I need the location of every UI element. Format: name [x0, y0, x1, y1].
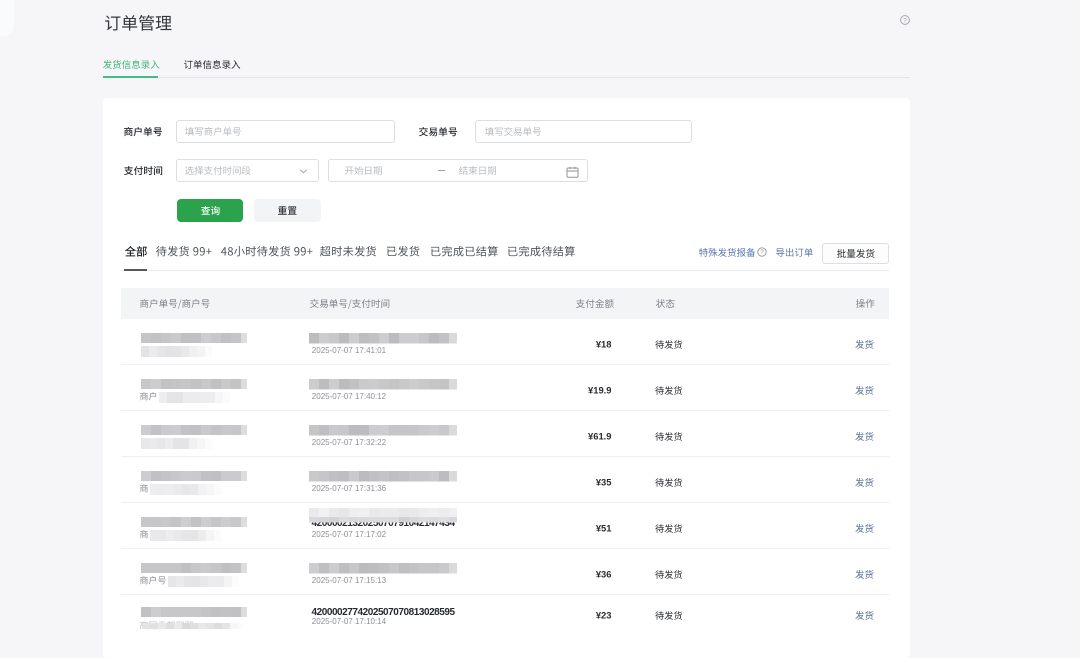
svg-text:?: ?	[903, 17, 907, 24]
svg-text:?: ?	[760, 249, 764, 256]
